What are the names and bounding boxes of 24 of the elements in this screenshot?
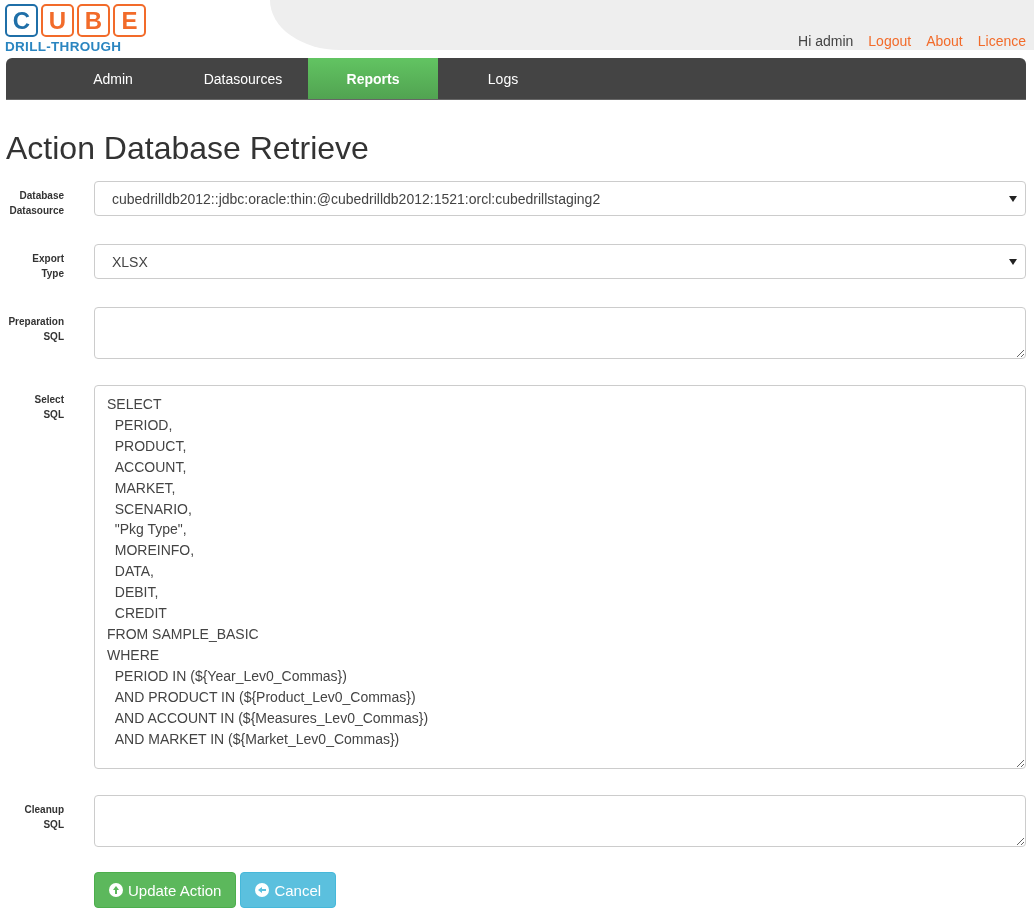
left-arrow-circle-icon [255, 883, 270, 897]
select-field[interactable]: cubedrilldb2012::jdbc:oracle:thin:@cubedrilldb2012:1521:orcl:cubedrillstaging2 [94, 181, 1026, 216]
up-arrow-circle-icon [109, 883, 123, 897]
logo-letter: U [41, 4, 74, 37]
nav-tab[interactable]: Admin [48, 58, 178, 99]
dropdown-caret-icon [1009, 258, 1017, 265]
field-label: Preparation SQL [7, 315, 64, 344]
sql-input-field[interactable] [94, 307, 1026, 359]
logo-letter: C [5, 4, 38, 37]
logo-letter: B [77, 4, 110, 37]
select-field[interactable]: XLSX [94, 244, 1026, 279]
field-label: Export Type [31, 252, 64, 281]
nav-tab[interactable]: Logs [438, 58, 568, 99]
sql-input-field[interactable] [94, 795, 1026, 847]
dropdown-caret-icon [1009, 195, 1017, 202]
field-label: Cleanup SQL [23, 803, 64, 832]
nav-tab[interactable]: Datasources [178, 58, 308, 99]
logo-letter: E [113, 4, 146, 37]
logo-tagline: DRILL-THROUGH [5, 39, 123, 54]
page-title: Action Database Retrieve [6, 130, 370, 167]
sql-input-field[interactable]: SELECT PERIOD, PRODUCT, ACCOUNT, MARKET, SCENARIO, "Pkg Type", MOREINFO, DATA, DEBIT, CREDIT FROM SAMPLE_BASIC WHERE PERIOD IN (${Year_Lev0_Commas}) AND PRODUCT IN (${Product_Lev0_Commas}) AND ACCOUNT IN (${Measures_Lev0_Commas}) AND MARKET IN (${Market_Lev0_Commas}) [94, 385, 1026, 769]
greeting-text: Hi admin [798, 33, 854, 49]
field-label: Database Datasource [8, 189, 64, 218]
field-label: Select SQL [33, 393, 64, 422]
